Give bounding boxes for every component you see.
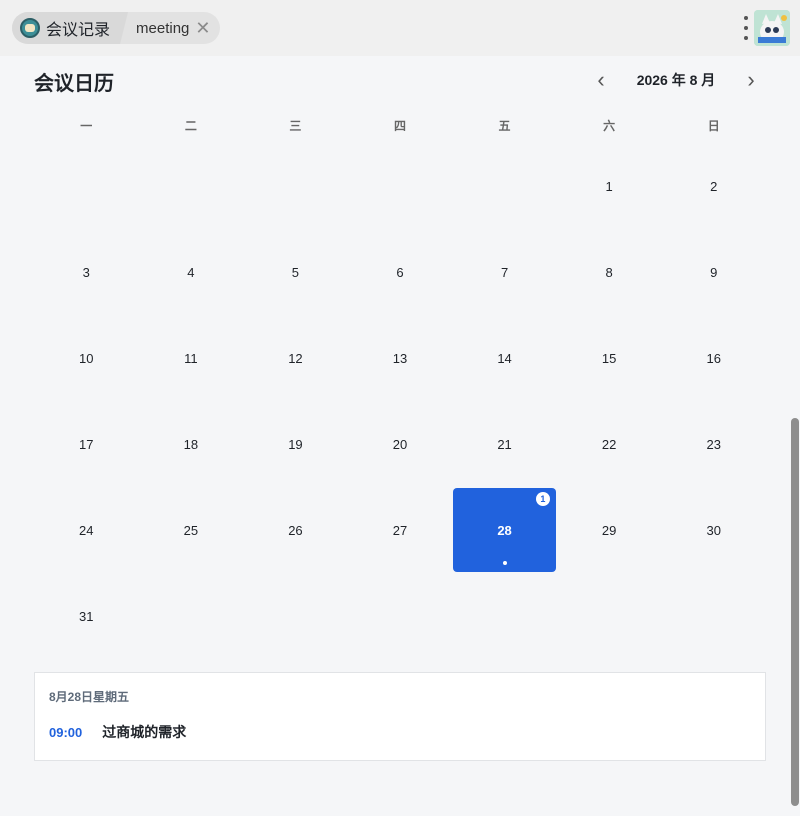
- day-number: 28: [497, 522, 512, 538]
- calendar-day-cell[interactable]: 28 1: [453, 488, 556, 573]
- calendar-grid: 1 2 3 4 5 6 7 8 9 10 11 12 13 14 15 16 17 18 19 20 21 22 23 24 2…: [34, 144, 766, 659]
- calendar-day-cell[interactable]: 19: [244, 403, 347, 487]
- event-count-badge: 1: [535, 492, 550, 507]
- calendar-day-cell[interactable]: 16: [662, 317, 765, 401]
- weekday-label: 日: [707, 119, 720, 133]
- weekday-label: 三: [289, 119, 302, 133]
- calendar-day-cell[interactable]: 31: [35, 574, 138, 658]
- calendar-day-cell[interactable]: 30: [662, 488, 765, 572]
- day-number: 25: [183, 522, 199, 538]
- day-number: 21: [497, 436, 512, 452]
- event-panel-date: 8月28日星期五: [49, 690, 130, 704]
- event-panel: 8月28日星期五 09:00 过商城的需求: [34, 672, 766, 761]
- prev-month-button[interactable]: ‹: [589, 66, 613, 94]
- avatar[interactable]: [754, 10, 790, 46]
- calendar-day-cell[interactable]: 3: [35, 231, 138, 315]
- calendar-day-cell[interactable]: 15: [558, 317, 661, 401]
- top-bar: 会议记录 meeting ✕: [0, 0, 800, 56]
- day-number: 1: [605, 179, 613, 195]
- kebab-menu-icon[interactable]: [741, 16, 751, 40]
- tab-root-label: 会议记录: [46, 22, 111, 39]
- day-number: 31: [79, 608, 94, 624]
- app-logo-icon: [20, 18, 40, 38]
- weekday-label: 五: [498, 119, 511, 133]
- day-number: 2: [710, 179, 718, 195]
- event-time: 09:00: [49, 724, 83, 740]
- weekday-label: 二: [184, 119, 197, 133]
- day-number: 13: [392, 351, 408, 367]
- calendar-day-cell[interactable]: 23: [662, 403, 765, 487]
- calendar-empty-cell: [244, 145, 347, 229]
- calendar-day-cell[interactable]: 27: [349, 488, 452, 572]
- calendar-day-cell[interactable]: 24: [35, 488, 138, 572]
- calendar-day-cell[interactable]: 6: [349, 231, 452, 315]
- tab-root[interactable]: 会议记录: [12, 12, 128, 44]
- calendar-day-cell[interactable]: 11: [140, 317, 243, 401]
- calendar-day-cell[interactable]: 14: [453, 317, 556, 401]
- day-number: 7: [500, 265, 509, 281]
- day-number: 4: [187, 265, 195, 281]
- tab-page-label: meeting: [136, 19, 190, 37]
- weekday-label: 六: [603, 119, 616, 133]
- day-number: 20: [392, 436, 408, 452]
- calendar-empty-cell: [140, 145, 243, 229]
- day-number: 30: [706, 522, 721, 538]
- calendar-day-cell[interactable]: 10: [35, 317, 138, 401]
- calendar-day-cell[interactable]: 21: [453, 403, 556, 487]
- calendar-day-cell[interactable]: 26: [244, 488, 347, 572]
- event-item[interactable]: 09:00 过商城的需求: [49, 722, 186, 742]
- page-title: 会议日历: [34, 73, 114, 95]
- day-number: 26: [288, 522, 303, 538]
- calendar-day-cell[interactable]: 2: [662, 145, 765, 229]
- day-number: 8: [605, 265, 613, 281]
- day-number: 12: [288, 351, 303, 367]
- calendar-day-cell[interactable]: 7: [453, 231, 556, 315]
- day-number: 19: [288, 436, 303, 452]
- calendar-day-cell[interactable]: 17: [35, 403, 138, 487]
- calendar-day-cell[interactable]: 12: [244, 317, 347, 401]
- month-label: 2026 年 8 月: [636, 72, 716, 88]
- day-number: 18: [183, 436, 199, 452]
- day-number: 29: [601, 522, 617, 538]
- event-dot-icon: [502, 561, 507, 566]
- tab-page[interactable]: meeting ✕: [128, 12, 220, 44]
- day-number: 15: [601, 351, 617, 367]
- calendar-day-cell[interactable]: 9: [662, 231, 765, 315]
- event-title: 过商城的需求: [102, 724, 187, 740]
- calendar-day-cell[interactable]: 18: [140, 403, 243, 487]
- day-number: 24: [79, 522, 94, 538]
- weekday-label: 四: [393, 119, 406, 133]
- scrollbar-thumb[interactable]: [791, 418, 799, 806]
- day-number: 10: [79, 351, 94, 367]
- calendar-day-cell[interactable]: 5: [244, 231, 347, 315]
- calendar-day-cell[interactable]: 4: [140, 231, 243, 315]
- calendar-day-cell[interactable]: 22: [558, 403, 661, 487]
- day-number: 11: [184, 351, 198, 367]
- day-number: 9: [710, 265, 718, 281]
- day-number: 5: [291, 265, 300, 281]
- next-month-button[interactable]: ›: [739, 66, 763, 94]
- day-number: 16: [706, 351, 721, 367]
- calendar-day-cell[interactable]: 29: [558, 488, 661, 572]
- day-number: 27: [392, 522, 408, 538]
- day-number: 23: [706, 436, 721, 452]
- calendar-day-cell[interactable]: 13: [349, 317, 452, 401]
- day-number: 14: [497, 351, 512, 367]
- calendar-empty-cell: [349, 145, 452, 229]
- day-number: 22: [601, 436, 617, 452]
- day-number: 6: [396, 265, 404, 281]
- breadcrumb-tabs: 会议记录 meeting ✕: [12, 12, 221, 44]
- calendar-day-cell[interactable]: 25: [140, 488, 243, 572]
- day-number: 3: [82, 265, 90, 281]
- calendar-empty-cell: [453, 145, 556, 229]
- close-icon[interactable]: ✕: [195, 19, 210, 37]
- weekday-header: 一 二 三 四 五 六 日: [34, 117, 766, 135]
- calendar-empty-cell: [35, 145, 138, 229]
- calendar-day-cell[interactable]: 1: [558, 145, 661, 229]
- day-number: 17: [79, 436, 94, 452]
- calendar-day-cell[interactable]: 8: [558, 231, 661, 315]
- weekday-label: 一: [80, 119, 93, 133]
- calendar-day-cell[interactable]: 20: [349, 403, 452, 487]
